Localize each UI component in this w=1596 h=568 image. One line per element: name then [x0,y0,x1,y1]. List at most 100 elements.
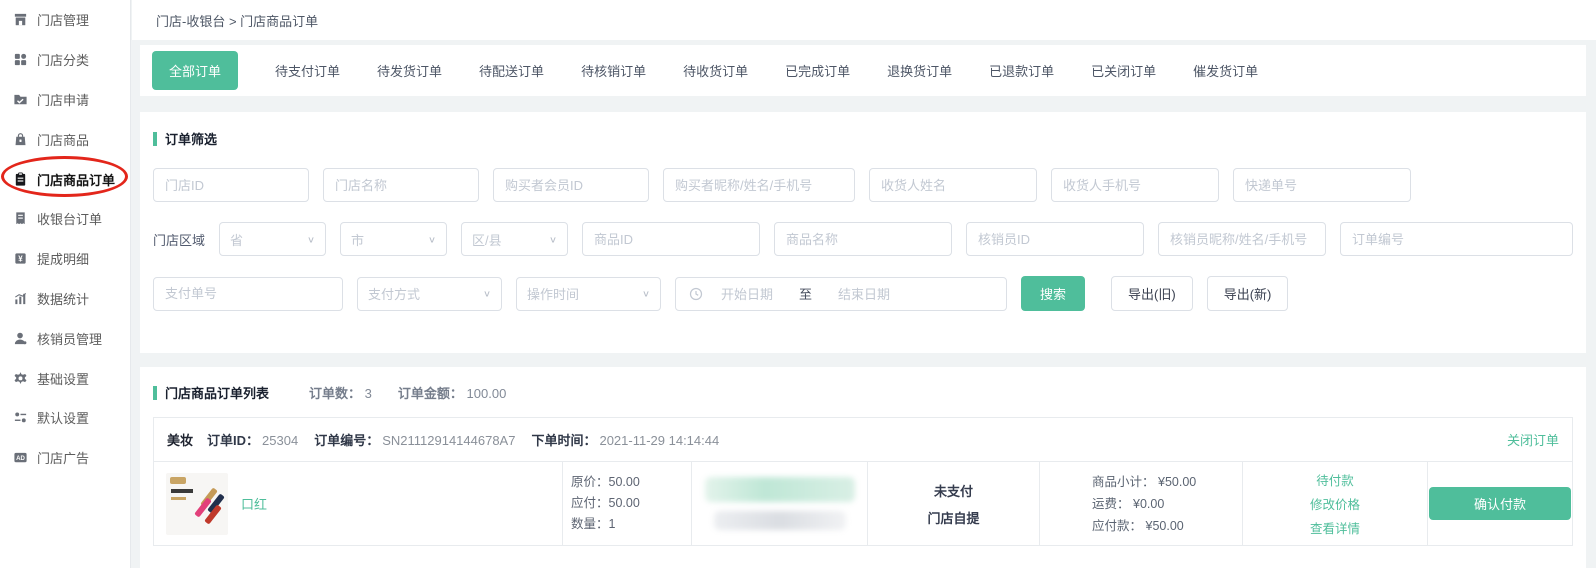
order-amount-value: 100.00 [467,386,507,401]
blurred-buyer-info [705,477,855,502]
sidebar-item-label: 基础设置 [37,369,89,388]
amount-due: 应付款： ¥50.00 [1092,515,1242,537]
store-name-input[interactable] [323,168,479,202]
sidebar-item-store-goods[interactable]: 门店商品 [0,119,130,159]
tab-closed[interactable]: 已关闭订单 [1091,61,1156,80]
pending-payment-link[interactable]: 待付款 [1316,470,1354,489]
tab-return-exchange[interactable]: 退换货订单 [887,61,952,80]
product-id-input[interactable] [582,222,760,256]
tab-all-orders[interactable]: 全部订单 [152,51,238,90]
gear-icon [13,371,28,386]
verifier-id-input[interactable] [966,222,1144,256]
tab-pending-delivery[interactable]: 待配送订单 [479,61,544,80]
sidebar-item-label: 数据统计 [37,289,89,308]
tab-completed[interactable]: 已完成订单 [785,61,850,80]
tab-pending-verification[interactable]: 待核销订单 [581,61,646,80]
buyer-nickname-input[interactable] [663,168,855,202]
operate-time-select[interactable]: 操作时间 ∨ [516,277,661,311]
action-cell: 确认付款 [1427,462,1572,545]
person-icon [13,331,28,346]
order-item: 美妆 订单ID：25304 订单编号：SN21112914144678A7 下单… [153,417,1573,546]
sidebar-item-cashier-orders[interactable]: 收银台订单 [0,199,130,239]
modify-price-link[interactable]: 修改价格 [1310,494,1360,513]
verifier-nickname-input[interactable] [1158,222,1326,256]
payment-method-value: 支付方式 [368,284,420,303]
date-end-placeholder: 结束日期 [838,284,890,303]
shopping-bag-icon [13,132,28,147]
sidebar-item-label: 门店申请 [37,90,89,109]
green-bar [153,132,157,146]
view-detail-link[interactable]: 查看详情 [1310,518,1360,537]
product-image [166,473,228,535]
city-select[interactable]: 市 ∨ [340,222,447,256]
payment-no-input[interactable] [153,277,343,311]
sidebar-item-label: 核销员管理 [37,329,102,348]
product-image-badge [170,477,186,484]
payment-method-select[interactable]: 支付方式 ∨ [357,277,502,311]
district-select[interactable]: 区/县 ∨ [461,222,568,256]
store-name: 美妆 [167,430,193,449]
order-filter-panel: 订单筛选 门店区域 省 ∨ 市 ∨ 区/县 ∨ [140,112,1586,353]
list-section-title: 门店商品订单列表 [153,383,269,402]
payment-status: 未支付 [934,481,973,500]
sidebar-item-default-settings[interactable]: 默认设置 [0,398,130,438]
filter-title: 订单筛选 [165,129,217,148]
filter-row-3: 支付方式 ∨ 操作时间 ∨ 开始日期 至 结束日期 搜索 导出(旧) 导出(新) [153,276,1573,311]
sidebar-item-label: 门店管理 [37,10,89,29]
order-amount-label: 订单金额： [398,386,463,401]
sliders-icon [13,410,28,425]
clock-icon [689,287,703,301]
region-label: 门店区域 [153,230,205,249]
sidebar-item-store-manage[interactable]: 门店管理 [0,0,130,40]
sidebar-item-store-apply[interactable]: 门店申请 [0,80,130,120]
order-count-value: 3 [365,386,372,401]
chevron-down-icon: ∨ [483,288,491,298]
order-sn: 订单编号：SN21112914144678A7 [314,430,515,449]
buyer-cell [691,462,867,545]
city-select-value: 市 [351,230,364,249]
order-sn-input[interactable] [1340,222,1573,256]
order-list-panel: 门店商品订单列表 订单数： 3 订单金额： 100.00 美妆 订单ID：253… [140,367,1586,568]
tab-urge-shipment[interactable]: 催发货订单 [1193,61,1258,80]
storefront-icon [13,12,28,27]
confirm-payment-button[interactable]: 确认付款 [1429,487,1571,520]
sidebar-item-store-goods-orders[interactable]: 门店商品订单 [0,159,130,199]
sidebar-item-store-category[interactable]: 门店分类 [0,40,130,80]
list-title: 门店商品订单列表 [165,383,269,402]
tab-pending-shipment[interactable]: 待发货订单 [377,61,442,80]
close-order-link[interactable]: 关闭订单 [1507,430,1559,449]
ad-icon: AD [13,450,28,465]
export-old-button[interactable]: 导出(旧) [1111,276,1193,311]
date-separator: 至 [799,284,812,303]
sidebar-item-label: 提成明细 [37,249,89,268]
tab-pending-receipt[interactable]: 待收货订单 [683,61,748,80]
receiver-name-input[interactable] [869,168,1037,202]
sidebar-item-commission-detail[interactable]: ¥ 提成明细 [0,239,130,279]
product-cell: 口红 [154,462,562,545]
store-id-input[interactable] [153,168,309,202]
buyer-member-id-input[interactable] [493,168,649,202]
chevron-down-icon: ∨ [307,234,315,244]
order-item-header: 美妆 订单ID：25304 订单编号：SN21112914144678A7 下单… [154,418,1572,462]
sidebar-item-basic-settings[interactable]: 基础设置 [0,358,130,398]
sidebar-item-statistics[interactable]: 数据统计 [0,279,130,319]
order-count-label: 订单数： [309,386,361,401]
sidebar-item-store-ads[interactable]: AD 门店广告 [0,438,130,478]
clipboard-icon [13,172,28,187]
tab-refunded[interactable]: 已退款订单 [989,61,1054,80]
breadcrumb-bar: 门店-收银台 > 门店商品订单 [132,0,1596,40]
receiver-phone-input[interactable] [1051,168,1219,202]
export-new-button[interactable]: 导出(新) [1207,276,1289,311]
sidebar-item-verifier-manage[interactable]: 核销员管理 [0,318,130,358]
product-name-link[interactable]: 口红 [241,494,267,513]
list-stats: 订单数： 3 订单金额： 100.00 [309,383,506,402]
product-name-input[interactable] [774,222,952,256]
search-button[interactable]: 搜索 [1021,276,1085,311]
tab-pending-payment[interactable]: 待支付订单 [275,61,340,80]
province-select[interactable]: 省 ∨ [219,222,326,256]
order-item-detail: 口红 原价：50.00 应付：50.00 数量：1 未支付 门店自提 商品小计：… [154,462,1572,545]
express-no-input[interactable] [1233,168,1411,202]
date-range-picker[interactable]: 开始日期 至 结束日期 [675,277,1007,311]
order-time: 下单时间：2021-11-29 14:14:44 [531,430,719,449]
sidebar-item-label: 门店广告 [37,448,89,467]
